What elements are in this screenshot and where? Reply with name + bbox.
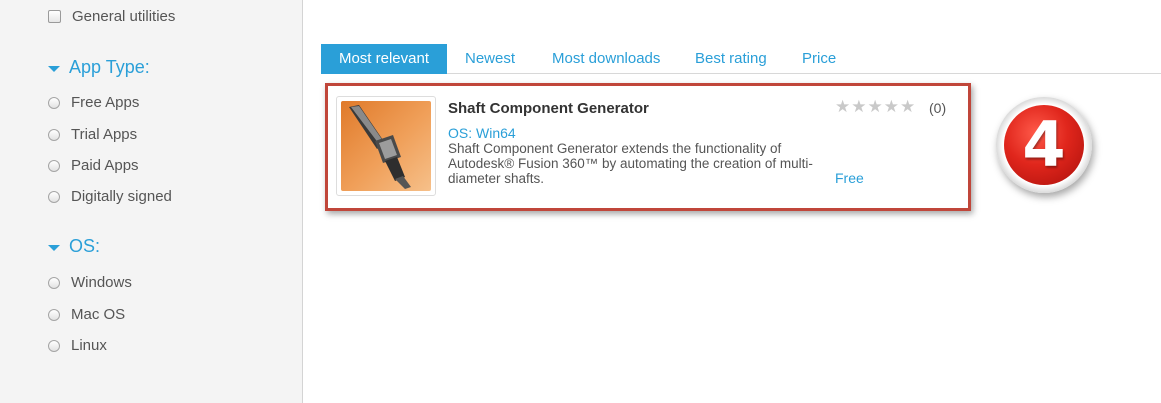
os-section-toggle[interactable]: OS: (48, 236, 100, 257)
star-icon: ★ (883, 97, 899, 116)
caret-down-icon (48, 244, 60, 251)
step-number: 4 (1022, 108, 1066, 181)
filter-label: Paid Apps (71, 157, 139, 174)
filter-general-utilities[interactable]: General utilities (48, 8, 175, 25)
filter-label: Windows (71, 274, 132, 291)
filter-trial-apps[interactable]: Trial Apps (48, 126, 137, 143)
tab-newest[interactable]: Newest (465, 44, 515, 74)
filter-paid-apps[interactable]: Paid Apps (48, 157, 139, 174)
radio-button[interactable] (48, 159, 60, 172)
star-icon: ★ (867, 97, 883, 116)
filter-label: Free Apps (71, 94, 140, 111)
shaft-generator-logo-icon (341, 101, 431, 191)
filter-label: Trial Apps (71, 126, 138, 143)
radio-button[interactable] (48, 276, 60, 289)
tab-most-relevant[interactable]: Most relevant (321, 44, 447, 74)
filter-digitally-signed[interactable]: Digitally signed (48, 188, 172, 205)
step-number-badge: 4 (996, 97, 1092, 193)
filter-windows[interactable]: Windows (48, 274, 132, 291)
app-os: OS: Win64 (448, 125, 516, 141)
section-heading: App Type: (69, 57, 150, 77)
radio-button[interactable] (48, 339, 60, 352)
radio-button[interactable] (48, 190, 60, 203)
radio-button[interactable] (48, 128, 60, 141)
filter-sidebar: General utilities App Type: Free Apps Tr… (0, 0, 303, 403)
section-heading: OS: (69, 236, 101, 256)
rating-stars: ★ ★ ★ ★ ★ (835, 98, 915, 115)
filter-mac-os[interactable]: Mac OS (48, 306, 125, 323)
star-icon: ★ (900, 97, 916, 116)
filter-linux[interactable]: Linux (48, 337, 107, 354)
app-thumbnail[interactable] (336, 96, 436, 196)
radio-button[interactable] (48, 308, 60, 321)
filter-free-apps[interactable]: Free Apps (48, 94, 139, 111)
rating-count: (0) (929, 100, 947, 116)
app-description: Shaft Component Generator extends the fu… (448, 141, 813, 186)
checkbox[interactable] (48, 10, 61, 23)
caret-down-icon (48, 65, 60, 72)
filter-label: Digitally signed (71, 188, 172, 205)
filter-label: Linux (71, 337, 107, 354)
star-icon: ★ (851, 97, 867, 116)
tab-best-rating[interactable]: Best rating (695, 44, 767, 74)
star-icon: ★ (835, 97, 851, 116)
tab-most-downloads[interactable]: Most downloads (552, 44, 660, 74)
sort-tabs: Most relevant Newest Most downloads Best… (321, 44, 1161, 74)
app-price: Free (835, 170, 864, 186)
radio-button[interactable] (48, 96, 60, 109)
app-title-link[interactable]: Shaft Component Generator (448, 100, 649, 117)
filter-label: General utilities (72, 8, 176, 25)
app-type-section-toggle[interactable]: App Type: (48, 57, 150, 78)
filter-label: Mac OS (71, 306, 126, 323)
tab-price[interactable]: Price (802, 44, 836, 74)
